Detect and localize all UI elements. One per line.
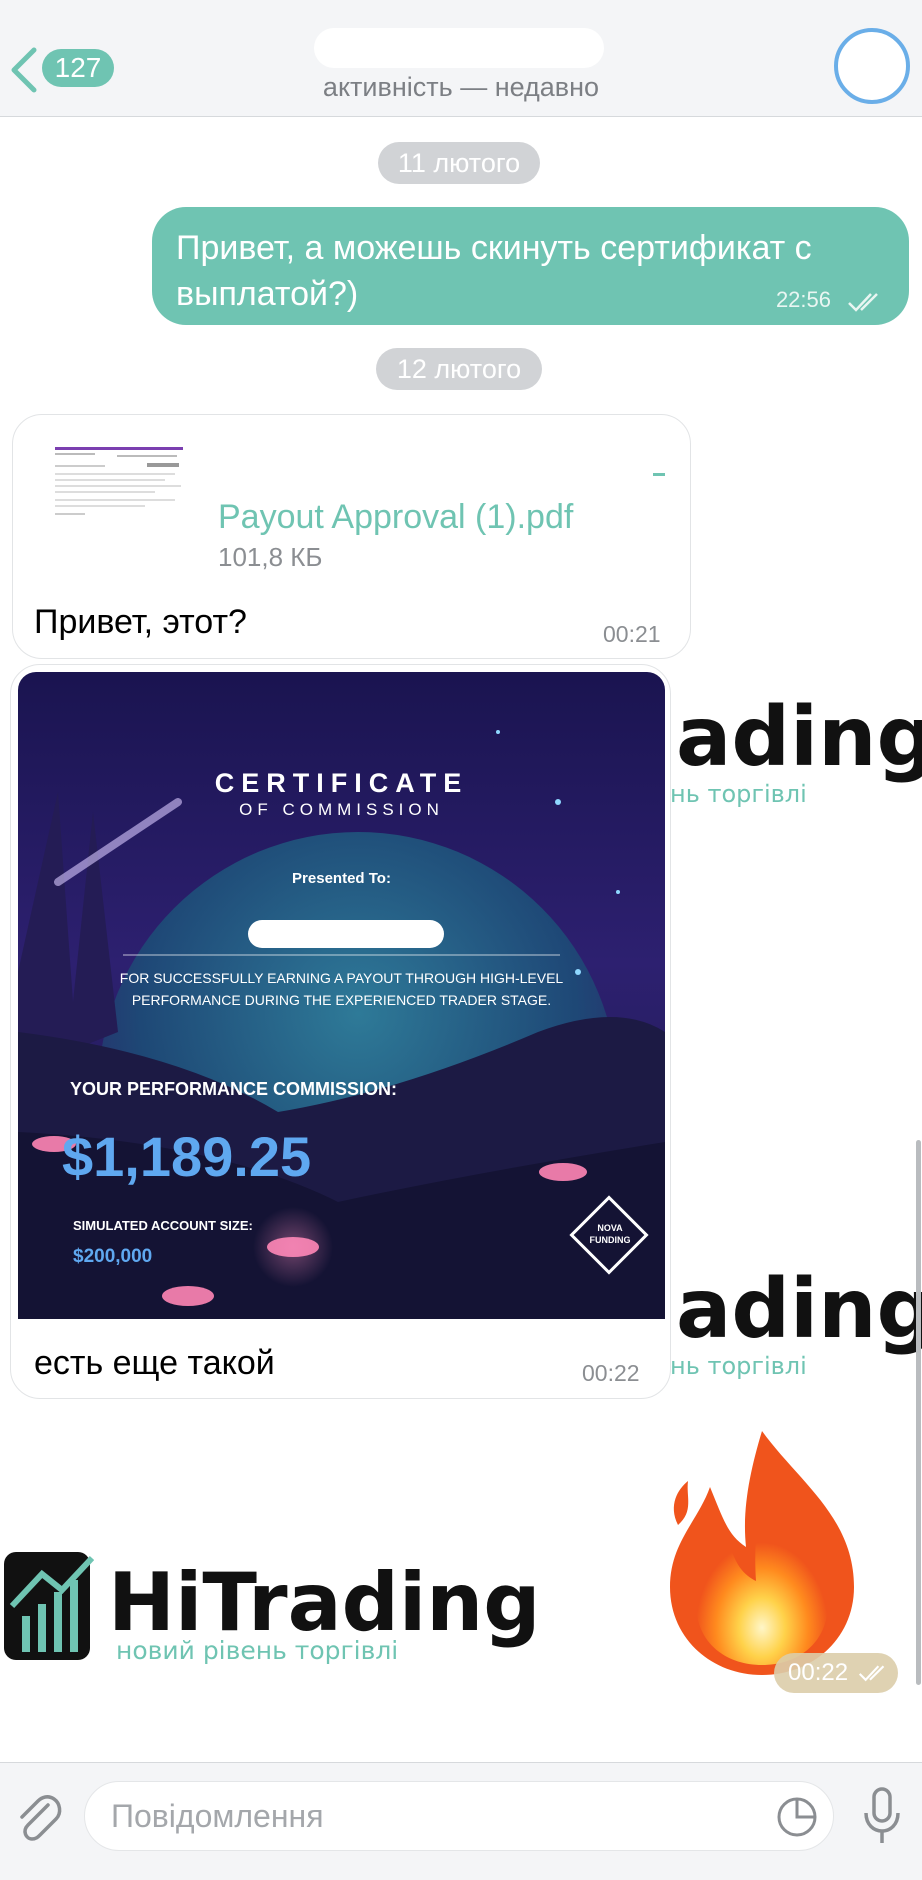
- microphone-icon[interactable]: [858, 1785, 906, 1849]
- chat-title[interactable]: [314, 28, 604, 68]
- message-input-bar: Повідомлення: [0, 1762, 922, 1880]
- emoji-message-time: 00:22: [774, 1653, 898, 1693]
- wallpaper-brand-partial: ading: [676, 1262, 922, 1357]
- commission-amount: $1,189.25: [62, 1125, 312, 1188]
- account-size-value: $200,000: [73, 1246, 153, 1267]
- certificate-description: FOR SUCCESSFULLY EARNING A PAYOUT THROUG…: [119, 970, 564, 986]
- outgoing-message[interactable]: Привет, а можешь скинуть сертификат с вы…: [152, 207, 909, 325]
- message-time: 00:21: [603, 621, 661, 647]
- message-time: 00:22: [788, 1659, 849, 1686]
- message-text: Привет, этот?: [34, 603, 247, 641]
- nova-funding-logo-text: FUNDING: [589, 1235, 631, 1245]
- presented-to-label: Presented To:: [292, 870, 391, 887]
- last-seen-status: активність — недавно: [322, 72, 600, 102]
- certificate-image[interactable]: CERTIFICATE OF COMMISSION Presented To: …: [18, 672, 665, 1319]
- file-name[interactable]: Payout Approval (1).pdf: [218, 498, 573, 537]
- scrollbar[interactable]: [916, 1140, 921, 1685]
- sticker-icon[interactable]: [775, 1795, 819, 1839]
- message-text: есть еще такой: [34, 1344, 275, 1382]
- message-time: 22:56: [775, 287, 831, 312]
- recipient-name-redacted: [248, 920, 444, 948]
- wallpaper-tagline-partial: нь торгівлі: [670, 780, 807, 808]
- attach-icon[interactable]: [14, 1791, 64, 1845]
- wallpaper-brand-partial: ading: [676, 690, 922, 785]
- hitrading-logo-icon: [4, 1552, 94, 1660]
- date-separator: 11 лютого: [378, 142, 540, 184]
- message-input-placeholder: Повідомлення: [111, 1798, 324, 1834]
- nova-funding-logo-text: NOVA: [597, 1223, 623, 1233]
- double-check-icon: [858, 1665, 885, 1682]
- file-menu-dash[interactable]: [653, 473, 665, 476]
- avatar[interactable]: [834, 28, 910, 104]
- date-separator: 12 лютого: [376, 348, 542, 390]
- message-input[interactable]: Повідомлення: [84, 1781, 834, 1851]
- double-check-icon: [848, 293, 878, 312]
- commission-label: YOUR PERFORMANCE COMMISSION:: [70, 1079, 398, 1099]
- account-size-label: SIMULATED ACCOUNT SIZE:: [73, 1218, 253, 1233]
- wallpaper-tagline: новий рівень торгівлі: [116, 1636, 399, 1665]
- file-size: 101,8 КБ: [218, 542, 323, 572]
- certificate-description: PERFORMANCE DURING THE EXPERIENCED TRADE…: [131, 992, 552, 1008]
- chat-header: 127 активність — недавно: [0, 0, 922, 117]
- certificate-subtitle: OF COMMISSION: [239, 800, 444, 819]
- document-preview-icon: [37, 429, 187, 541]
- message-time: 00:22: [582, 1360, 640, 1386]
- wallpaper-tagline-partial: нь торгівлі: [670, 1352, 807, 1380]
- certificate-title: CERTIFICATE: [214, 768, 469, 798]
- fire-emoji[interactable]: [658, 1425, 866, 1681]
- pdf-thumbnail[interactable]: [37, 429, 187, 541]
